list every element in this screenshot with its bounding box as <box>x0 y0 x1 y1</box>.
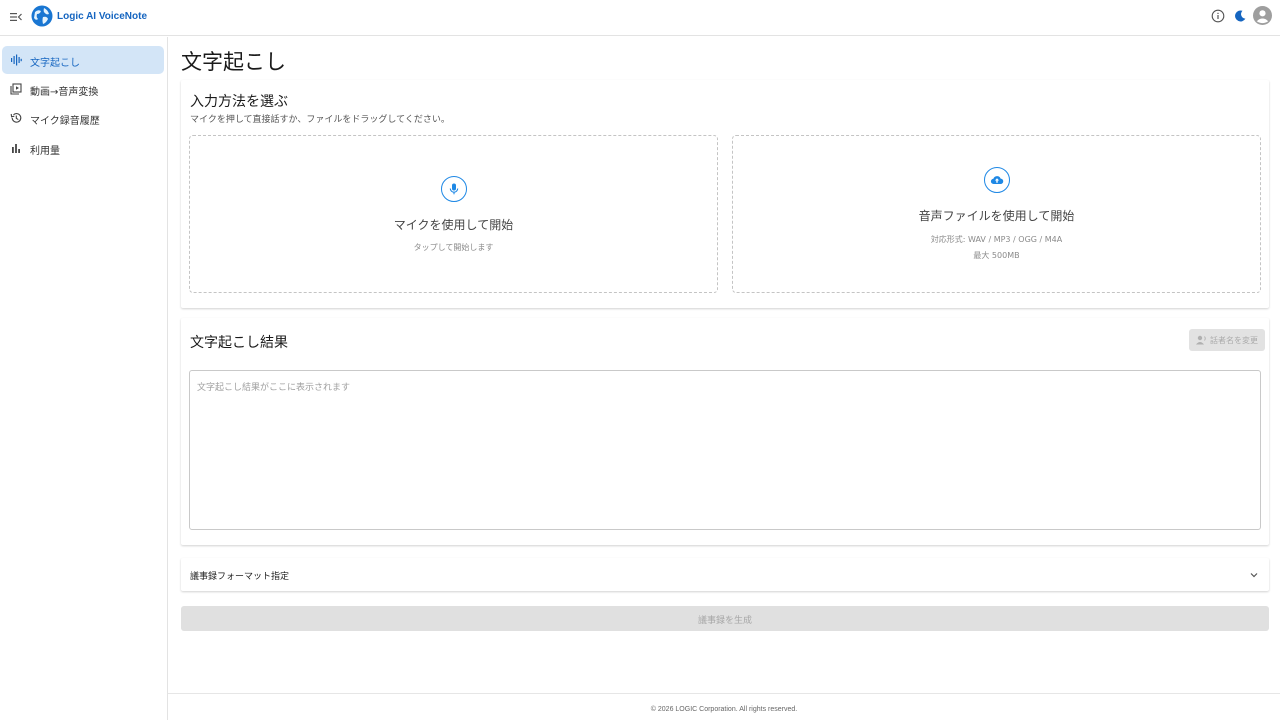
input-section-subtitle: マイクを押して直接話すか、ファイルをドラッグしてください。 <box>190 115 450 125</box>
copyright-text: © 2026 LOGIC Corporation. All rights res… <box>650 706 798 713</box>
moon-icon[interactable] <box>1233 9 1247 23</box>
input-method-card: 入力方法を選ぶ マイクを押して直接話すか、ファイルをドラッグしてください。 マイ… <box>181 80 1269 308</box>
mic-icon <box>441 176 467 202</box>
minutes-format-label: 議事録フォーマット指定 <box>190 572 290 582</box>
sidebar-item-video-to-audio[interactable]: 動画→音声変換 <box>2 75 164 103</box>
file-drop-zone[interactable]: 音声ファイルを使用して開始 対応形式: WAV / MP3 / OGG / M4… <box>732 135 1261 293</box>
sidebar-item-label: 動画→音声変換 <box>30 87 99 98</box>
footer: © 2026 LOGIC Corporation. All rights res… <box>168 693 1280 720</box>
rename-speaker-button[interactable]: 話者名を変更 <box>1189 329 1265 351</box>
waveform-icon <box>11 54 22 66</box>
mic-start-label: マイクを使用して開始 <box>393 218 514 232</box>
globe-logo-icon <box>31 5 53 27</box>
menu-collapse-icon[interactable] <box>9 10 23 24</box>
file-formats-hint: 対応形式: WAV / MP3 / OGG / M4A <box>930 235 1063 244</box>
app-bar: Logic AI VoiceNote <box>0 0 1280 36</box>
sidebar-item-label: 利用量 <box>30 146 60 157</box>
mic-start-hint: タップして開始します <box>413 243 494 252</box>
history-icon <box>10 113 22 123</box>
mic-start-zone[interactable]: マイクを使用して開始 タップして開始します <box>189 135 718 293</box>
sidebar-item-transcribe[interactable]: 文字起こし <box>2 46 164 74</box>
transcription-result-card: 文字起こし結果 話者名を変更 <box>181 318 1269 545</box>
video-library-icon <box>10 83 22 95</box>
minutes-format-accordion[interactable]: 議事録フォーマット指定 <box>181 558 1269 591</box>
info-icon[interactable] <box>1211 9 1225 23</box>
sidebar: 文字起こし 動画→音声変換 マイク録音履歴 利用量 <box>0 37 168 720</box>
account-icon[interactable] <box>1253 6 1272 25</box>
rename-speaker-label: 話者名を変更 <box>1210 336 1258 345</box>
input-section-title: 入力方法を選ぶ <box>190 94 288 110</box>
file-start-label: 音声ファイルを使用して開始 <box>918 209 1075 223</box>
transcription-result-textarea[interactable] <box>189 370 1261 530</box>
generate-minutes-button[interactable]: 議事録を生成 <box>181 606 1269 631</box>
app-title: Logic AI VoiceNote <box>57 11 148 22</box>
sidebar-item-usage[interactable]: 利用量 <box>2 134 164 162</box>
sidebar-item-label: マイク録音履歴 <box>30 116 100 127</box>
speaker-edit-icon <box>1196 335 1206 345</box>
sidebar-item-label: 文字起こし <box>30 58 80 69</box>
result-section-title: 文字起こし結果 <box>190 335 288 351</box>
generate-minutes-label: 議事録を生成 <box>697 616 752 626</box>
page-title: 文字起こし <box>181 50 286 74</box>
bar-chart-icon <box>12 144 20 153</box>
chevron-down-icon <box>1250 573 1258 578</box>
cloud-upload-icon <box>984 167 1010 193</box>
sidebar-item-mic-history[interactable]: マイク録音履歴 <box>2 104 164 132</box>
file-max-size-hint: 最大 500MB <box>973 251 1020 260</box>
